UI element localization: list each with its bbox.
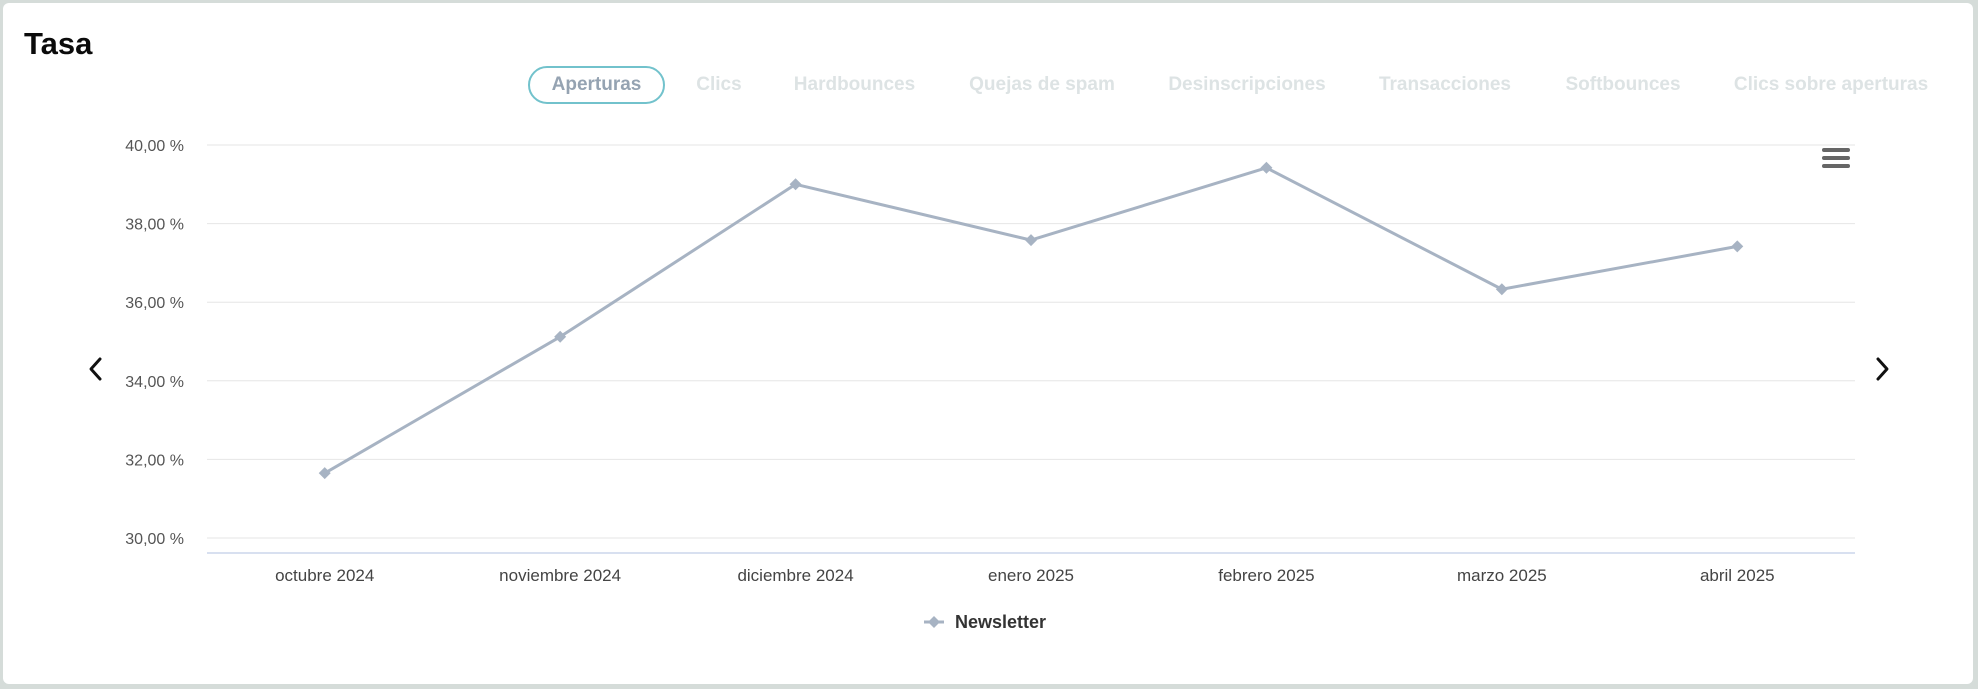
x-tick-label: abril 2025: [1700, 566, 1775, 585]
x-tick-label: noviembre 2024: [499, 566, 621, 585]
legend-label: Newsletter: [955, 612, 1046, 632]
chevron-left-icon[interactable]: [84, 353, 108, 385]
y-tick-label: 34,00 %: [125, 374, 184, 391]
data-point: [1495, 283, 1508, 296]
x-tick-label: diciembre 2024: [737, 566, 853, 585]
x-tick-label: marzo 2025: [1457, 566, 1547, 585]
hamburger-menu-icon[interactable]: [1822, 148, 1850, 172]
data-point: [1025, 234, 1037, 247]
y-tick-label: 32,00 %: [125, 452, 184, 469]
legend-marker: [928, 616, 940, 628]
y-tick-label: 40,00 %: [125, 138, 184, 155]
y-tick-label: 30,00 %: [125, 531, 184, 548]
data-point: [1731, 240, 1744, 253]
x-tick-label: febrero 2025: [1218, 566, 1314, 585]
data-point: [1260, 161, 1273, 174]
x-tick-label: enero 2025: [988, 566, 1074, 585]
y-tick-label: 36,00 %: [125, 295, 184, 312]
y-tick-label: 38,00 %: [125, 217, 184, 234]
series-line: [323, 166, 1738, 475]
x-tick-label: octubre 2024: [275, 566, 374, 585]
chevron-right-icon[interactable]: [1870, 353, 1894, 385]
data-point: [318, 467, 331, 480]
line-chart: 30,00 % 32,00 % 34,00 % 36,00 % 38,00 % 40,00…: [125, 138, 1855, 632]
